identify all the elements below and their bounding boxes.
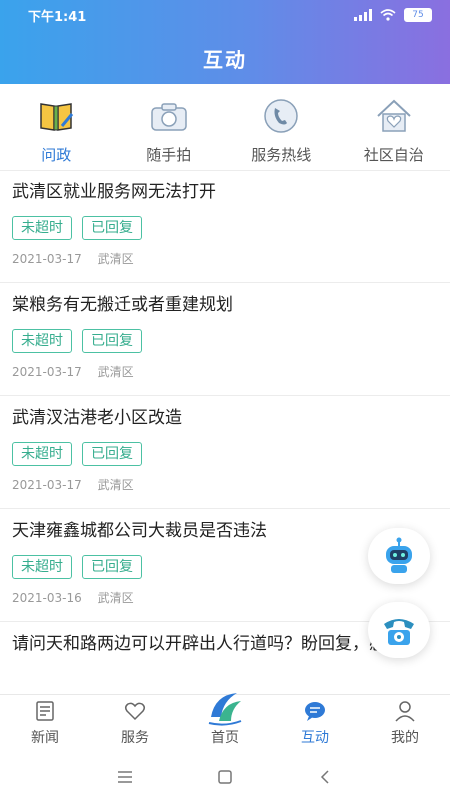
post-date: 2021-03-16 xyxy=(12,591,82,605)
nav-label: 服务 xyxy=(121,730,149,746)
category-label: 随手拍 xyxy=(146,146,192,164)
user-icon xyxy=(395,701,415,722)
status-badge: 未超时 xyxy=(12,555,72,579)
post-tags: 未超时 已回复 xyxy=(12,442,438,466)
post-meta: 2021-03-17 武清区 xyxy=(12,476,438,493)
post-district: 武清区 xyxy=(97,478,134,492)
nav-label: 我的 xyxy=(391,730,419,746)
robot-icon xyxy=(386,537,412,573)
category-label: 社区自治 xyxy=(363,146,424,164)
nav-label: 新闻 xyxy=(31,730,59,746)
status-badge: 已回复 xyxy=(82,329,142,353)
category-wenzheng[interactable]: 问政 xyxy=(0,84,113,170)
post-meta: 2021-03-16 武清区 xyxy=(12,589,438,606)
status-badge: 未超时 xyxy=(12,216,72,240)
signal-icon xyxy=(354,9,372,21)
nav-label: 首页 xyxy=(211,730,239,746)
post-district: 武清区 xyxy=(97,252,134,266)
status-bar: 下午1:41 75 xyxy=(0,0,450,30)
category-fuwurexian[interactable]: 服务热线 xyxy=(225,84,338,170)
system-nav-bar xyxy=(0,754,450,800)
heart-icon xyxy=(124,702,146,721)
post-date: 2021-03-17 xyxy=(12,252,82,266)
post-tags: 未超时 已回复 xyxy=(12,216,438,240)
post-title: 武清区就业服务网无法打开 xyxy=(12,182,216,202)
nav-label: 互动 xyxy=(301,730,329,746)
category-shequzizhi[interactable]: 社区自治 xyxy=(338,84,450,170)
home-button[interactable] xyxy=(215,767,235,787)
app-header: 下午1:41 75 互动 xyxy=(0,0,450,84)
category-bar: 问政 随手拍 服务热线 社区自治 xyxy=(0,84,450,171)
post-meta: 2021-03-17 武清区 xyxy=(12,250,438,267)
list-item[interactable]: 武清区就业服务网无法打开 未超时 已回复 2021-03-17 武清区 xyxy=(0,170,450,283)
news-icon xyxy=(36,701,54,721)
square-icon xyxy=(218,770,232,784)
book-icon xyxy=(40,103,74,131)
nav-interact[interactable]: 互动 xyxy=(270,695,360,755)
status-badge: 已回复 xyxy=(82,442,142,466)
page-title: 互动 xyxy=(203,48,247,72)
list-item[interactable]: 武清汊沽港老小区改造 未超时 已回复 2021-03-17 武清区 xyxy=(0,396,450,509)
logo-icon xyxy=(208,693,242,726)
nav-service[interactable]: 服务 xyxy=(90,695,180,755)
wifi-icon xyxy=(380,9,396,21)
category-label: 服务热线 xyxy=(251,146,312,164)
menu-icon xyxy=(118,771,132,783)
camera-icon xyxy=(151,103,187,131)
menu-button[interactable] xyxy=(115,767,135,787)
status-badge: 已回复 xyxy=(82,555,142,579)
status-badge: 未超时 xyxy=(12,442,72,466)
robot-assistant-button[interactable] xyxy=(368,528,430,584)
post-date: 2021-03-17 xyxy=(12,365,82,379)
list-item[interactable]: 棠粮务有无搬迁或者重建规划 未超时 已回复 2021-03-17 武清区 xyxy=(0,283,450,396)
post-district: 武清区 xyxy=(97,591,134,605)
battery-indicator: 75 xyxy=(404,8,432,22)
post-tags: 未超时 已回复 xyxy=(12,329,438,353)
nav-news[interactable]: 新闻 xyxy=(0,695,90,755)
post-title: 武清汊沽港老小区改造 xyxy=(12,408,182,428)
category-label: 问政 xyxy=(41,146,72,164)
status-badge: 已回复 xyxy=(82,216,142,240)
post-title: 棠粮务有无搬迁或者重建规划 xyxy=(12,295,233,315)
status-icons: 75 xyxy=(354,8,432,22)
house-heart-icon xyxy=(377,99,411,132)
back-button[interactable] xyxy=(315,767,335,787)
chat-icon xyxy=(305,702,325,721)
status-time: 下午1:41 xyxy=(28,9,87,25)
telephone-icon xyxy=(384,619,414,645)
phone-icon xyxy=(264,99,298,133)
status-badge: 未超时 xyxy=(12,329,72,353)
bottom-nav: 新闻 服务 首页 互动 我的 xyxy=(0,693,450,755)
category-suishoupai[interactable]: 随手拍 xyxy=(113,84,226,170)
back-icon xyxy=(320,770,329,784)
post-date: 2021-03-17 xyxy=(12,478,82,492)
post-meta: 2021-03-17 武清区 xyxy=(12,363,438,380)
nav-home[interactable]: 首页 xyxy=(180,693,270,755)
nav-mine[interactable]: 我的 xyxy=(360,695,450,755)
hotline-call-button[interactable] xyxy=(368,602,430,658)
post-district: 武清区 xyxy=(97,365,134,379)
